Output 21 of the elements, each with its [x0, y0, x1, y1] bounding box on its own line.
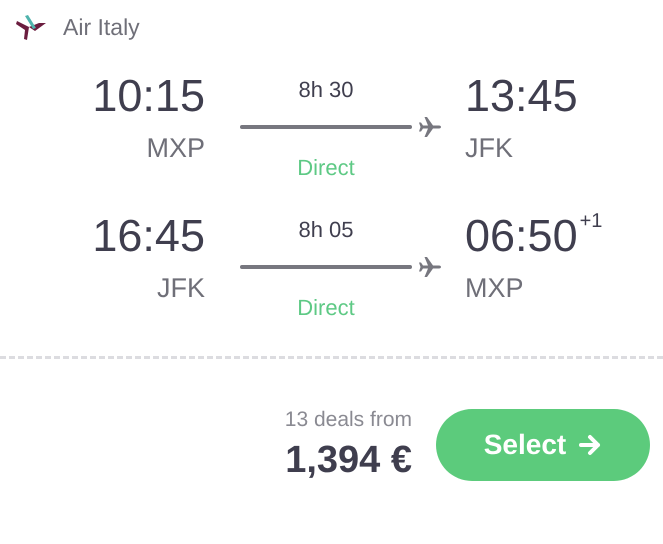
- arrow-right-icon: [578, 434, 602, 456]
- deals-label: 13 deals from: [284, 407, 412, 433]
- arrival-airport: JFK: [465, 132, 514, 165]
- airplane-icon: [418, 116, 442, 138]
- airplane-icon: [418, 256, 442, 278]
- departure-time: 10:15: [92, 70, 205, 122]
- airline-name: Air Italy: [63, 13, 140, 42]
- arrival-airport: MXP: [465, 272, 524, 305]
- departure-airport: MXP: [146, 132, 205, 165]
- select-button[interactable]: Select: [436, 409, 650, 481]
- stops-label: Direct: [296, 294, 356, 322]
- day-offset: +1: [580, 210, 602, 232]
- flight-duration: 8h 05: [297, 216, 355, 244]
- price: 1,394 €: [285, 438, 412, 483]
- arrival-time: 13:45: [465, 70, 578, 122]
- airline-logo-icon: [15, 14, 47, 40]
- arrival-time: 06:50: [465, 210, 578, 262]
- departure-time: 16:45: [92, 210, 205, 262]
- departure-airport: JFK: [156, 272, 205, 305]
- flight-duration: 8h 30: [297, 76, 355, 104]
- stops-label: Direct: [296, 154, 356, 182]
